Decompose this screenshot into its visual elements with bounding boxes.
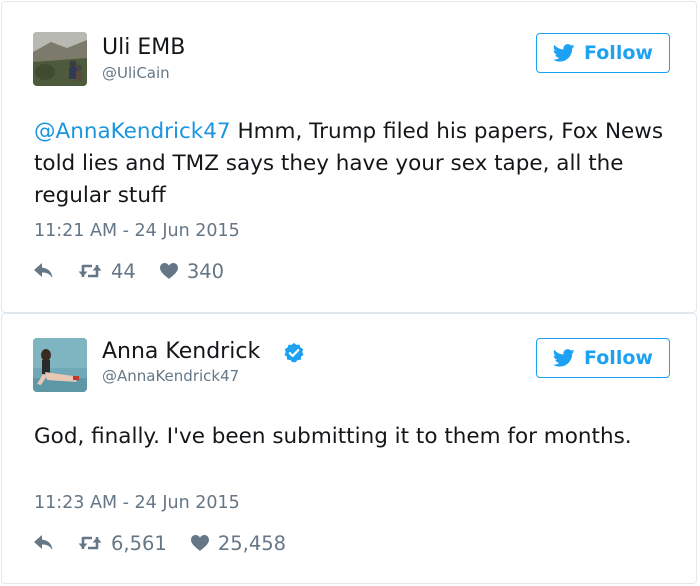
follow-label: Follow: [584, 42, 653, 64]
user-name[interactable]: Uli EMB: [102, 35, 185, 60]
like-button[interactable]: 340: [159, 259, 225, 283]
user-handle[interactable]: @AnnaKendrick47: [102, 367, 239, 385]
retweet-button[interactable]: 44: [78, 260, 136, 283]
twitter-bird-icon: [553, 44, 575, 62]
tweet-text: God, finally. I've been submitting it to…: [34, 424, 632, 449]
tweet-screenshot: Uli EMB @UliCain Follow @AnnaKendrick47 …: [0, 0, 700, 586]
retweet-count: 44: [111, 259, 136, 283]
follow-button[interactable]: Follow: [536, 33, 670, 73]
avatar[interactable]: [33, 338, 87, 392]
like-count: 25,458: [217, 531, 287, 555]
like-count: 340: [186, 259, 225, 283]
tweet-card: Anna Kendrick @AnnaKendrick47 Follow God…: [1, 313, 697, 584]
tweet-card: Uli EMB @UliCain Follow @AnnaKendrick47 …: [1, 1, 697, 313]
reply-icon: [34, 535, 53, 550]
heart-icon: [159, 263, 178, 279]
retweet-icon: [78, 264, 102, 278]
like-button[interactable]: 25,458: [190, 531, 287, 555]
reply-icon: [34, 263, 53, 278]
tweet-text: @AnnaKendrick47 Hmm, Trump filed his pap…: [34, 116, 674, 212]
heart-icon: [190, 535, 209, 551]
retweet-button[interactable]: 6,561: [78, 532, 167, 555]
retweet-count: 6,561: [111, 531, 167, 555]
follow-button[interactable]: Follow: [536, 338, 670, 378]
user-name[interactable]: Anna Kendrick: [102, 339, 260, 364]
timestamp[interactable]: 11:21 AM - 24 Jun 2015: [34, 221, 240, 241]
tweet-actions: 6,561 25,458: [34, 530, 286, 556]
reply-button[interactable]: [34, 263, 54, 279]
avatar[interactable]: [33, 32, 87, 86]
tweet-actions: 44 340: [34, 258, 224, 284]
user-handle[interactable]: @UliCain: [102, 64, 170, 82]
retweet-icon: [78, 536, 102, 550]
verified-badge-icon: [284, 342, 304, 363]
follow-label: Follow: [584, 347, 653, 369]
mention-link[interactable]: @AnnaKendrick47: [34, 119, 231, 144]
reply-button[interactable]: [34, 535, 54, 551]
timestamp[interactable]: 11:23 AM - 24 Jun 2015: [34, 493, 240, 513]
twitter-bird-icon: [553, 349, 575, 367]
